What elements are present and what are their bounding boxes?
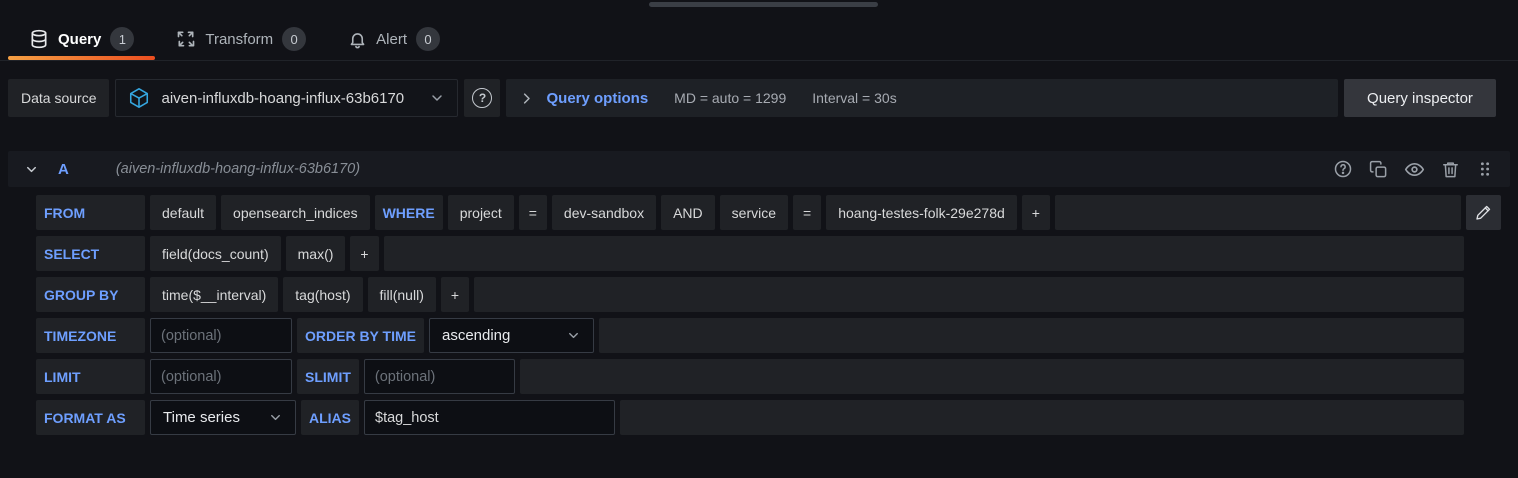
query-ref-id: A xyxy=(58,161,69,178)
chevron-down-icon xyxy=(566,328,581,343)
row-filler xyxy=(474,277,1464,312)
where-tag-value-segment[interactable]: hoang-testes-folk-29e278d xyxy=(826,195,1017,230)
from-policy-segment[interactable]: default xyxy=(150,195,216,230)
database-icon xyxy=(29,29,49,49)
timezone-label: TIMEZONE xyxy=(36,318,145,353)
tab-query[interactable]: Query 1 xyxy=(8,21,155,57)
where-add-condition-button[interactable]: + xyxy=(1022,195,1050,230)
query-inspector-button[interactable]: Query inspector xyxy=(1344,79,1496,117)
duplicate-query-icon[interactable] xyxy=(1369,160,1388,179)
delete-query-trash-icon[interactable] xyxy=(1441,160,1460,179)
where-operator-segment[interactable]: = xyxy=(519,195,547,230)
timezone-row: TIMEZONE ORDER BY TIME ascending xyxy=(36,318,1464,353)
tab-alert-label: Alert xyxy=(376,31,407,48)
toggle-visibility-eye-icon[interactable] xyxy=(1404,159,1425,180)
chevron-down-icon xyxy=(268,410,283,425)
row-filler xyxy=(384,236,1464,271)
format-as-row: FORMAT AS Time series ALIAS xyxy=(36,400,1464,435)
datasource-picker[interactable]: aiven-influxdb-hoang-influx-63b6170 xyxy=(115,79,458,117)
alias-input[interactable] xyxy=(364,400,615,435)
query-options-md: MD = auto = 1299 xyxy=(674,90,786,106)
limit-row: LIMIT SLIMIT xyxy=(36,359,1464,394)
slimit-input[interactable] xyxy=(364,359,515,394)
tab-transform[interactable]: Transform 0 xyxy=(155,21,327,57)
where-keyword: WHERE xyxy=(375,195,443,230)
group-by-row: GROUP BY time($__interval) tag(host) fil… xyxy=(36,277,1464,312)
from-label: FROM xyxy=(36,195,145,230)
select-label: SELECT xyxy=(36,236,145,271)
alias-label: ALIAS xyxy=(301,400,359,435)
select-add-button[interactable]: + xyxy=(350,236,378,271)
editor-tabbar: Query 1 Transform 0 Alert 0 xyxy=(0,0,1518,61)
row-filler xyxy=(1055,195,1461,230)
format-as-label: FORMAT AS xyxy=(36,400,145,435)
where-operator-segment[interactable]: = xyxy=(793,195,821,230)
select-row: SELECT field(docs_count) max() + xyxy=(36,236,1464,271)
tab-query-count-badge: 1 xyxy=(110,27,134,51)
query-options-toggle[interactable]: Query options xyxy=(546,90,648,107)
order-by-time-label: ORDER BY TIME xyxy=(297,318,424,353)
toggle-raw-query-pencil-icon[interactable] xyxy=(1466,195,1501,230)
from-row: FROM default opensearch_indices WHERE pr… xyxy=(36,195,1501,230)
query-options-interval: Interval = 30s xyxy=(812,90,896,106)
drag-handle-dots-icon[interactable] xyxy=(1476,160,1494,178)
collapse-chevron-icon[interactable] xyxy=(24,162,39,177)
tab-transform-label: Transform xyxy=(205,31,273,48)
group-by-time-segment[interactable]: time($__interval) xyxy=(150,277,278,312)
chevron-right-icon xyxy=(519,91,534,106)
transform-icon xyxy=(176,29,196,49)
datasource-toolbar: Data source aiven-influxdb-hoang-influx-… xyxy=(8,79,1496,117)
limit-label: LIMIT xyxy=(36,359,145,394)
select-aggregation-segment[interactable]: max() xyxy=(286,236,346,271)
tab-alert-count-badge: 0 xyxy=(416,27,440,51)
datasource-help-button[interactable]: ? xyxy=(464,79,500,117)
query-help-icon[interactable] xyxy=(1333,159,1353,179)
where-tag-value-segment[interactable]: dev-sandbox xyxy=(552,195,656,230)
from-measurement-segment[interactable]: opensearch_indices xyxy=(221,195,370,230)
group-by-fill-segment[interactable]: fill(null) xyxy=(368,277,436,312)
query-datasource-hint: (aiven-influxdb-hoang-influx-63b6170) xyxy=(116,161,360,177)
format-as-value: Time series xyxy=(163,409,240,426)
row-filler xyxy=(620,400,1464,435)
timezone-input[interactable] xyxy=(150,318,292,353)
chevron-down-icon xyxy=(429,90,445,106)
row-filler xyxy=(599,318,1464,353)
datasource-label: Data source xyxy=(8,79,109,117)
group-by-label: GROUP BY xyxy=(36,277,145,312)
bell-icon xyxy=(348,30,367,49)
format-as-select[interactable]: Time series xyxy=(150,400,296,435)
query-editor: A (aiven-influxdb-hoang-influx-63b6170) … xyxy=(8,151,1510,435)
slimit-label: SLIMIT xyxy=(297,359,359,394)
influxdb-logo-icon xyxy=(128,87,150,109)
where-condition-segment[interactable]: AND xyxy=(661,195,715,230)
group-by-tag-segment[interactable]: tag(host) xyxy=(283,277,362,312)
help-icon: ? xyxy=(472,88,492,108)
where-tag-key-segment[interactable]: service xyxy=(720,195,788,230)
row-filler xyxy=(520,359,1464,394)
order-by-time-select[interactable]: ascending xyxy=(429,318,594,353)
limit-input[interactable] xyxy=(150,359,292,394)
tab-alert[interactable]: Alert 0 xyxy=(327,21,461,57)
select-field-segment[interactable]: field(docs_count) xyxy=(150,236,281,271)
where-tag-key-segment[interactable]: project xyxy=(448,195,514,230)
group-by-add-button[interactable]: + xyxy=(441,277,469,312)
order-by-time-value: ascending xyxy=(442,327,510,344)
tab-query-label: Query xyxy=(58,31,101,48)
datasource-value: aiven-influxdb-hoang-influx-63b6170 xyxy=(161,90,418,107)
tab-transform-count-badge: 0 xyxy=(282,27,306,51)
query-options-bar: Query options MD = auto = 1299 Interval … xyxy=(506,79,1338,117)
query-header-row: A (aiven-influxdb-hoang-influx-63b6170) xyxy=(8,151,1510,187)
